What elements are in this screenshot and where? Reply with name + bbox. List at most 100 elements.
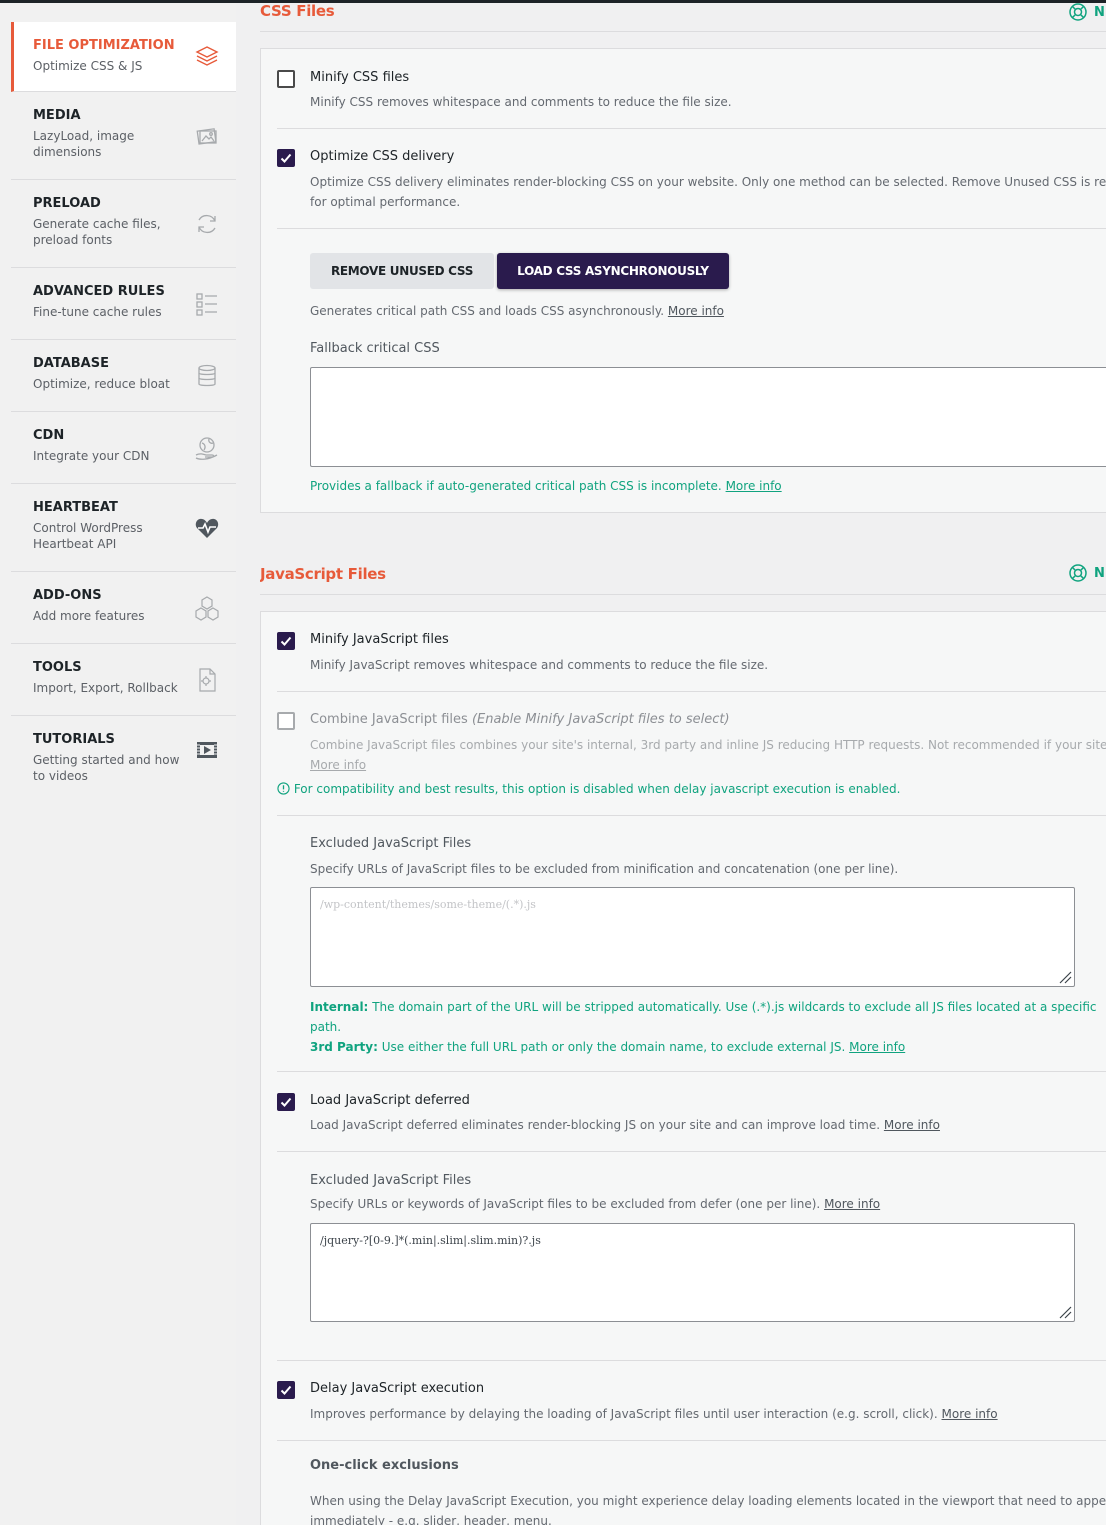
excluded-js-textarea[interactable]: /wp-content/themes/some-theme/(.*).js <box>310 887 1075 987</box>
optimize-css-label: Optimize CSS delivery <box>310 149 455 164</box>
defer-js-row: Load JavaScript deferred Load JavaScript… <box>277 1072 1106 1152</box>
css-method-row: REMOVE UNUSED CSS LOAD CSS ASYNCHRONOUSL… <box>277 229 1106 512</box>
excluded-js-label: Excluded JavaScript Files <box>310 836 472 851</box>
resize-grip-icon <box>1059 971 1072 984</box>
sidebar-item-preload[interactable]: PRELOAD Generate cache files, preload fo… <box>11 180 236 268</box>
sidebar-item-database[interactable]: DATABASE Optimize, reduce bloat <box>11 340 236 412</box>
fallback-css-textarea[interactable] <box>310 367 1106 467</box>
sidebar-menu: FILE OPTIMIZATION Optimize CSS & JS MEDI… <box>11 22 236 804</box>
sidebar-item-cdn[interactable]: CDN Integrate your CDN <box>11 412 236 484</box>
excluded-js-desc: Specify URLs of JavaScript files to be e… <box>310 862 899 876</box>
defer-js-desc: Load JavaScript deferred eliminates rend… <box>310 1118 940 1132</box>
sidebar-item-tools[interactable]: TOOLS Import, Export, Rollback <box>11 644 236 716</box>
load-css-async-button[interactable]: LOAD CSS ASYNCHRONOUSLY <box>497 253 729 289</box>
one-click-desc-2: immediately - e.g. slider, header, menu. <box>310 1514 552 1525</box>
defer-js-label: Load JavaScript deferred <box>310 1093 470 1108</box>
sidebar-item-title: CDN <box>33 428 65 443</box>
excluded-js-row: Excluded JavaScript Files Specify URLs o… <box>277 816 1106 1072</box>
sidebar-item-file-optimization[interactable]: FILE OPTIMIZATION Optimize CSS & JS <box>11 22 236 92</box>
one-click-label: One-click exclusions <box>310 1458 459 1473</box>
database-icon <box>194 363 220 389</box>
excluded-defer-label: Excluded JavaScript Files <box>310 1173 472 1188</box>
sidebar-item-title: TOOLS <box>33 660 82 675</box>
cubes-icon <box>194 595 220 621</box>
optimize-css-row: Optimize CSS delivery Optimize CSS deliv… <box>277 129 1106 229</box>
check-icon <box>280 153 292 163</box>
heartbeat-icon <box>194 515 220 541</box>
sidebar-item-title: DATABASE <box>33 356 109 371</box>
delay-js-label: Delay JavaScript execution <box>310 1381 485 1396</box>
layers-icon <box>194 44 220 70</box>
sidebar-item-subtitle: Integrate your CDN <box>33 449 150 463</box>
css-settings-card: Minify CSS files Minify CSS removes whit… <box>260 48 1106 513</box>
sidebar-item-add-ons[interactable]: ADD-ONS Add more features <box>11 572 236 644</box>
js-settings-card: Minify JavaScript files Minify JavaScrip… <box>260 611 1106 1525</box>
excluded-defer-row: Excluded JavaScript Files Specify URLs o… <box>277 1152 1106 1361</box>
info-icon <box>277 782 290 795</box>
minify-js-desc: Minify JavaScript removes whitespace and… <box>310 658 769 672</box>
minify-css-label: Minify CSS files <box>310 70 410 85</box>
lifebuoy-icon <box>1069 3 1087 21</box>
sidebar-item-advanced-rules[interactable]: ADVANCED RULES Fine-tune cache rules <box>11 268 236 340</box>
more-info-link[interactable]: More info <box>884 1118 940 1132</box>
refresh-icon <box>194 211 220 237</box>
sidebar-item-heartbeat[interactable]: HEARTBEAT Control WordPress Heartbeat AP… <box>11 484 236 572</box>
sidebar-item-media[interactable]: MEDIA LazyLoad, image dimensions <box>11 92 236 180</box>
js-section-header: JavaScript Files N <box>260 563 1106 595</box>
delay-js-row: Delay JavaScript execution Improves perf… <box>277 1361 1106 1441</box>
remove-unused-css-button[interactable]: REMOVE UNUSED CSS <box>310 253 494 289</box>
check-icon <box>280 636 292 646</box>
sidebar-item-subtitle: Import, Export, Rollback <box>33 681 178 695</box>
more-info-link[interactable]: More info <box>726 479 782 493</box>
sidebar-item-title: MEDIA <box>33 108 81 123</box>
more-info-link[interactable]: More info <box>668 304 724 318</box>
minify-js-label: Minify JavaScript files <box>310 632 449 647</box>
help-label: N <box>1094 565 1105 581</box>
help-link[interactable]: N <box>1068 2 1105 22</box>
sidebar-item-subtitle: Optimize, reduce bloat <box>33 377 170 391</box>
more-info-link[interactable]: More info <box>942 1407 998 1421</box>
sidebar-item-subtitle: Control WordPress Heartbeat API <box>33 521 143 551</box>
minify-css-checkbox[interactable] <box>277 70 295 88</box>
sidebar-item-tutorials[interactable]: TUTORIALS Getting started and how to vid… <box>11 716 236 804</box>
help-link[interactable]: N <box>1068 563 1105 583</box>
check-icon <box>280 1097 292 1107</box>
css-section-header: CSS Files N <box>260 0 1106 32</box>
combine-js-note: (Enable Minify JavaScript files to selec… <box>471 712 730 727</box>
optimize-css-checkbox[interactable] <box>277 149 295 167</box>
lifebuoy-icon <box>1069 564 1087 582</box>
more-info-link[interactable]: More info <box>849 1040 905 1054</box>
more-info-link[interactable]: More info <box>310 758 366 772</box>
help-label: N <box>1094 4 1105 20</box>
textarea-placeholder: /wp-content/themes/some-theme/(.*).js <box>320 898 536 911</box>
sidebar-item-title: ADVANCED RULES <box>33 284 165 299</box>
minify-js-checkbox[interactable] <box>277 632 295 650</box>
sidebar-item-subtitle: Fine-tune cache rules <box>33 305 162 319</box>
third-party-note: 3rd Party: Use either the full URL path … <box>310 1040 906 1054</box>
check-icon <box>280 1385 292 1395</box>
combine-js-desc: Combine JavaScript files combines your s… <box>310 738 1106 752</box>
optimize-css-desc-1: Optimize CSS delivery eliminates render-… <box>310 175 1106 189</box>
one-click-row: One-click exclusions When using the Dela… <box>277 1441 1106 1525</box>
one-click-desc-1: When using the Delay JavaScript Executio… <box>310 1494 1106 1508</box>
images-icon <box>194 123 220 149</box>
defer-js-checkbox[interactable] <box>277 1093 295 1111</box>
optimize-css-desc-2: for optimal performance. <box>310 195 461 209</box>
combine-js-checkbox[interactable] <box>277 712 295 730</box>
more-info-link[interactable]: More info <box>824 1197 880 1211</box>
section-title: JavaScript Files <box>260 565 386 583</box>
top-bar <box>0 0 1106 3</box>
sidebar-item-subtitle: Getting started and how to videos <box>33 753 180 783</box>
delay-js-checkbox[interactable] <box>277 1381 295 1399</box>
tools-file-icon <box>194 667 220 693</box>
globe-hand-icon <box>194 435 220 461</box>
sidebar-item-title: ADD-ONS <box>33 588 102 603</box>
combine-js-row: Combine JavaScript files (Enable Minify … <box>277 692 1106 816</box>
excluded-defer-textarea[interactable]: /jquery-?[0-9.]*(.min|.slim|.slim.min)?.… <box>310 1223 1075 1322</box>
minify-css-row: Minify CSS files Minify CSS removes whit… <box>277 49 1106 129</box>
fallback-note: Provides a fallback if auto-generated cr… <box>310 479 782 493</box>
sidebar-item-title: FILE OPTIMIZATION <box>33 38 175 53</box>
checklist-icon <box>194 291 220 317</box>
video-icon <box>194 737 220 763</box>
minify-js-row: Minify JavaScript files Minify JavaScrip… <box>277 612 1106 692</box>
